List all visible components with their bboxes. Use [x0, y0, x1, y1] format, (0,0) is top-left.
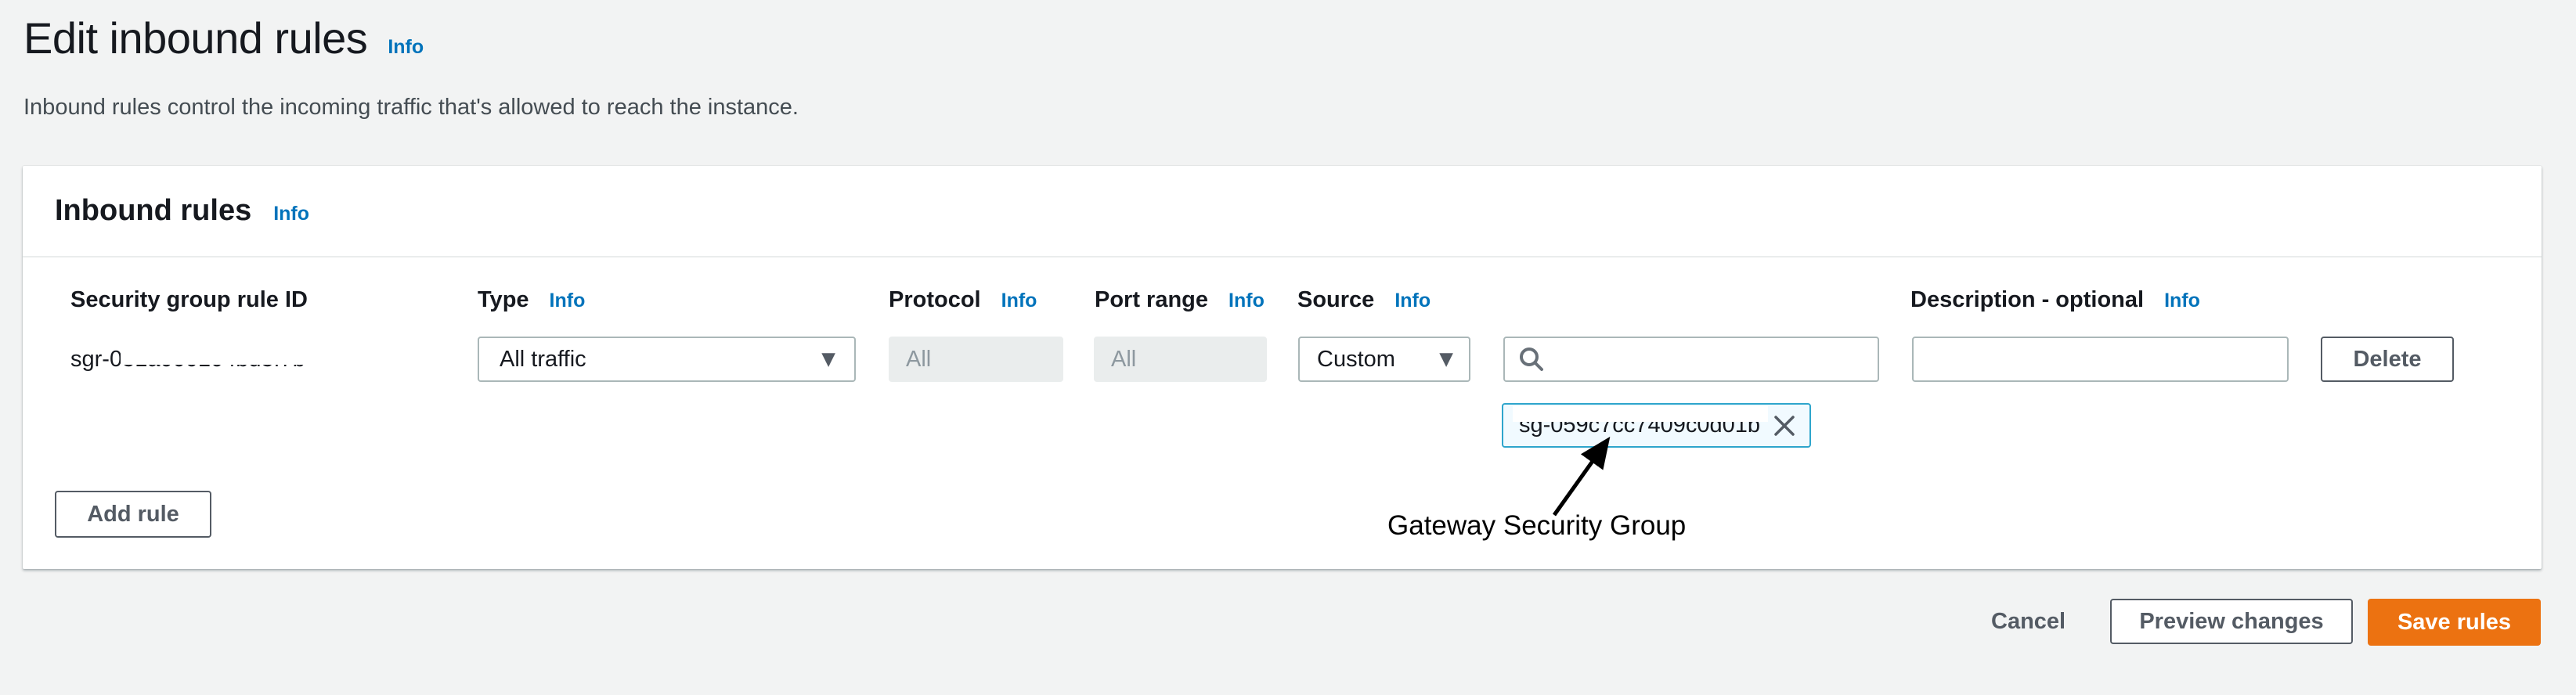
type-select[interactable]: All traffic ▼	[478, 337, 856, 382]
redaction-overlay	[121, 338, 310, 365]
chevron-down-icon: ▼	[1439, 349, 1453, 369]
inbound-rules-panel: Inbound rules Info Security group rule I…	[23, 166, 2542, 569]
description-info-link[interactable]: Info	[2164, 290, 2200, 312]
panel-header: Inbound rules Info	[55, 194, 309, 228]
preview-changes-button[interactable]: Preview changes	[2110, 599, 2353, 644]
col-header-port-range: Port range Info	[1095, 287, 1265, 313]
close-icon[interactable]	[1771, 412, 1798, 439]
protocol-info-link[interactable]: Info	[1001, 290, 1037, 312]
cancel-button[interactable]: Cancel	[1991, 599, 2065, 644]
page-title-info-link[interactable]: Info	[388, 36, 424, 59]
page-subtitle: Inbound rules control the incoming traff…	[23, 95, 799, 121]
description-input[interactable]	[1912, 337, 2289, 382]
save-rules-button[interactable]: Save rules	[2368, 599, 2541, 646]
annotation-label: Gateway Security Group	[1387, 510, 1686, 542]
panel-title-info-link[interactable]: Info	[273, 203, 309, 225]
protocol-input	[889, 337, 1063, 382]
port-range-info-link[interactable]: Info	[1228, 290, 1265, 312]
add-rule-button[interactable]: Add rule	[55, 491, 211, 538]
delete-rule-button[interactable]: Delete	[2321, 337, 2454, 382]
source-search-input[interactable]	[1503, 337, 1879, 382]
search-icon	[1517, 345, 1546, 373]
panel-title: Inbound rules	[55, 194, 251, 228]
port-range-input	[1094, 337, 1267, 382]
col-header-protocol: Protocol Info	[889, 287, 1037, 313]
col-header-source: Source Info	[1297, 287, 1431, 313]
page-title: Edit inbound rules	[23, 13, 367, 63]
chevron-down-icon: ▼	[821, 349, 835, 369]
panel-divider	[23, 256, 2542, 257]
type-info-link[interactable]: Info	[550, 290, 586, 312]
col-header-type: Type Info	[478, 287, 585, 313]
col-header-rule-id: Security group rule ID	[70, 287, 308, 313]
col-header-description: Description - optional Info	[1910, 287, 2200, 313]
source-type-select[interactable]: Custom ▼	[1298, 337, 1470, 382]
edit-inbound-rules-page: Edit inbound rules Info Inbound rules co…	[0, 0, 2576, 695]
redaction-overlay	[1513, 406, 1768, 422]
page-header: Edit inbound rules Info	[23, 13, 424, 63]
source-info-link[interactable]: Info	[1394, 290, 1431, 312]
rule-id-text: sgr-051a000104bd5f7b	[70, 337, 305, 382]
